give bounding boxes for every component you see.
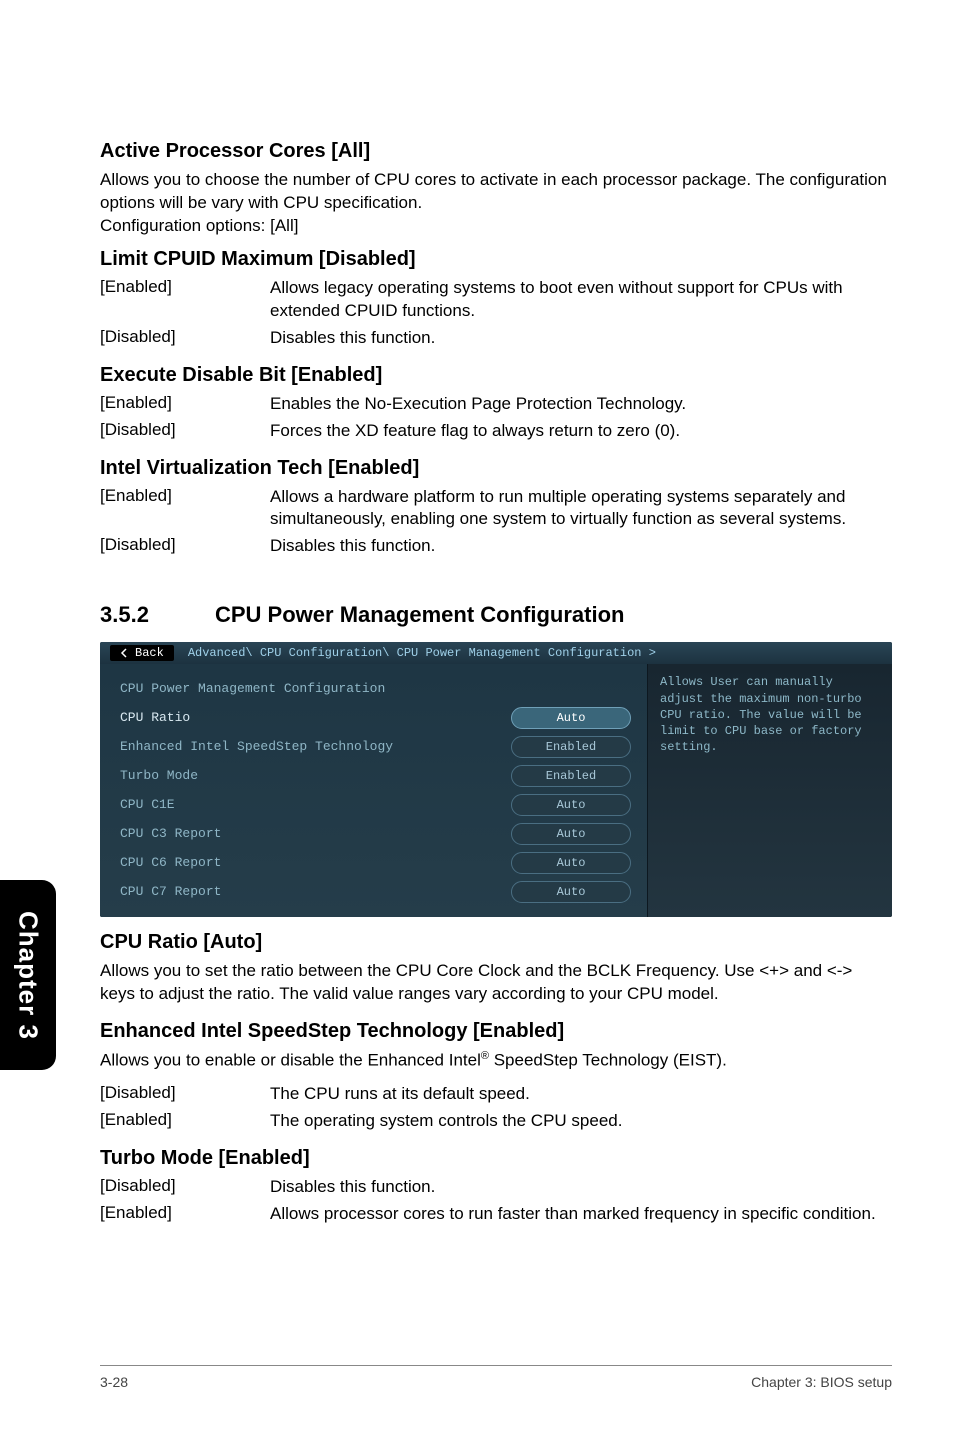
- chapter-side-tab: Chapter 3: [0, 880, 56, 1070]
- heading-cpu-ratio: CPU Ratio [Auto]: [100, 931, 892, 954]
- option-row: [Disabled] Disables this function.: [100, 327, 892, 350]
- bios-option-row[interactable]: Turbo Mode Enabled: [120, 761, 631, 790]
- bios-option-row[interactable]: CPU Ratio Auto: [120, 703, 631, 732]
- option-key: [Enabled]: [100, 1110, 270, 1133]
- body-text: Allows you to set the ratio between the …: [100, 960, 892, 1006]
- section-number-row: 3.5.2 CPU Power Management Configuration: [100, 602, 892, 628]
- bios-panel-title: CPU Power Management Configuration: [120, 681, 631, 696]
- heading-turbo-mode: Turbo Mode [Enabled]: [100, 1147, 892, 1170]
- option-val: Disables this function.: [270, 327, 892, 350]
- bios-topbar: Back Advanced\ CPU Configuration\ CPU Po…: [100, 642, 892, 664]
- heading-active-processor-cores: Active Processor Cores [All]: [100, 140, 892, 163]
- bios-body: CPU Power Management Configuration CPU R…: [100, 664, 892, 917]
- bios-option-label: CPU C1E: [120, 797, 511, 812]
- option-val: Allows processor cores to run faster tha…: [270, 1203, 892, 1226]
- footer-chapter-label: Chapter 3: BIOS setup: [751, 1374, 892, 1390]
- option-key: [Disabled]: [100, 535, 270, 558]
- heading-eist: Enhanced Intel SpeedStep Technology [Ena…: [100, 1020, 892, 1043]
- eist-pre: Allows you to enable or disable the Enha…: [100, 1051, 481, 1070]
- registered-symbol: ®: [481, 1050, 489, 1062]
- option-val: Enables the No-Execution Page Protection…: [270, 393, 892, 416]
- bios-option-row[interactable]: CPU C7 Report Auto: [120, 877, 631, 906]
- option-key: [Enabled]: [100, 277, 270, 323]
- option-row: [Disabled] Disables this function.: [100, 535, 892, 558]
- bios-option-value[interactable]: Enabled: [511, 736, 631, 758]
- bios-option-value[interactable]: Auto: [511, 794, 631, 816]
- bios-option-value[interactable]: Auto: [511, 823, 631, 845]
- bios-option-row[interactable]: CPU C3 Report Auto: [120, 819, 631, 848]
- option-key: [Enabled]: [100, 393, 270, 416]
- option-val: The CPU runs at its default speed.: [270, 1083, 892, 1106]
- option-key: [Disabled]: [100, 1176, 270, 1199]
- bios-option-label: CPU C6 Report: [120, 855, 511, 870]
- section-title: CPU Power Management Configuration: [215, 602, 624, 628]
- page-content: Active Processor Cores [All] Allows you …: [100, 140, 892, 1230]
- option-val: Allows a hardware platform to run multip…: [270, 486, 892, 532]
- option-key: [Disabled]: [100, 420, 270, 443]
- option-row: [Enabled] The operating system controls …: [100, 1110, 892, 1133]
- body-text: Allows you to choose the number of CPU c…: [100, 169, 892, 238]
- section-number: 3.5.2: [100, 602, 215, 628]
- bios-help-text: Allows User can manually adjust the maxi…: [660, 675, 862, 754]
- option-key: [Enabled]: [100, 1203, 270, 1226]
- option-key: [Disabled]: [100, 1083, 270, 1106]
- option-val: The operating system controls the CPU sp…: [270, 1110, 892, 1133]
- back-arrow-icon: [120, 648, 130, 658]
- option-val: Allows legacy operating systems to boot …: [270, 277, 892, 323]
- bios-option-value[interactable]: Enabled: [511, 765, 631, 787]
- page-footer: 3-28 Chapter 3: BIOS setup: [100, 1365, 892, 1390]
- bios-option-value[interactable]: Auto: [511, 852, 631, 874]
- bios-screenshot: Back Advanced\ CPU Configuration\ CPU Po…: [100, 642, 892, 917]
- apc-body2: Configuration options: [All]: [100, 216, 298, 235]
- bios-option-row[interactable]: CPU C1E Auto: [120, 790, 631, 819]
- option-key: [Disabled]: [100, 327, 270, 350]
- bios-option-row[interactable]: Enhanced Intel SpeedStep Technology Enab…: [120, 732, 631, 761]
- chapter-side-tab-label: Chapter 3: [13, 911, 44, 1040]
- back-button[interactable]: Back: [110, 645, 174, 661]
- option-key: [Enabled]: [100, 486, 270, 532]
- apc-body1: Allows you to choose the number of CPU c…: [100, 170, 887, 212]
- option-row: [Enabled] Allows processor cores to run …: [100, 1203, 892, 1226]
- bios-option-label: CPU C7 Report: [120, 884, 511, 899]
- bios-option-label: Enhanced Intel SpeedStep Technology: [120, 739, 511, 754]
- eist-post: SpeedStep Technology (EIST).: [489, 1051, 727, 1070]
- bios-breadcrumb: Advanced\ CPU Configuration\ CPU Power M…: [188, 646, 656, 660]
- option-val: Disables this function.: [270, 535, 892, 558]
- option-row: [Enabled] Allows legacy operating system…: [100, 277, 892, 323]
- bios-left-panel: CPU Power Management Configuration CPU R…: [100, 664, 647, 917]
- option-row: [Disabled] Forces the XD feature flag to…: [100, 420, 892, 443]
- bios-option-label: Turbo Mode: [120, 768, 511, 783]
- option-val: Forces the XD feature flag to always ret…: [270, 420, 892, 443]
- option-row: [Enabled] Enables the No-Execution Page …: [100, 393, 892, 416]
- option-row: [Enabled] Allows a hardware platform to …: [100, 486, 892, 532]
- bios-help-panel: Allows User can manually adjust the maxi…: [647, 664, 892, 917]
- back-label: Back: [135, 646, 164, 660]
- bios-option-value[interactable]: Auto: [511, 881, 631, 903]
- bios-option-label: CPU Ratio: [120, 710, 511, 725]
- page-number: 3-28: [100, 1374, 128, 1390]
- bios-panel-header: CPU Power Management Configuration: [120, 674, 631, 703]
- body-text: Allows you to enable or disable the Enha…: [100, 1049, 892, 1073]
- option-row: [Disabled] The CPU runs at its default s…: [100, 1083, 892, 1106]
- bios-option-row[interactable]: CPU C6 Report Auto: [120, 848, 631, 877]
- heading-limit-cpuid: Limit CPUID Maximum [Disabled]: [100, 248, 892, 271]
- heading-intel-virtualization: Intel Virtualization Tech [Enabled]: [100, 457, 892, 480]
- heading-execute-disable-bit: Execute Disable Bit [Enabled]: [100, 364, 892, 387]
- option-val: Disables this function.: [270, 1176, 892, 1199]
- option-row: [Disabled] Disables this function.: [100, 1176, 892, 1199]
- bios-option-value[interactable]: Auto: [511, 707, 631, 729]
- bios-option-label: CPU C3 Report: [120, 826, 511, 841]
